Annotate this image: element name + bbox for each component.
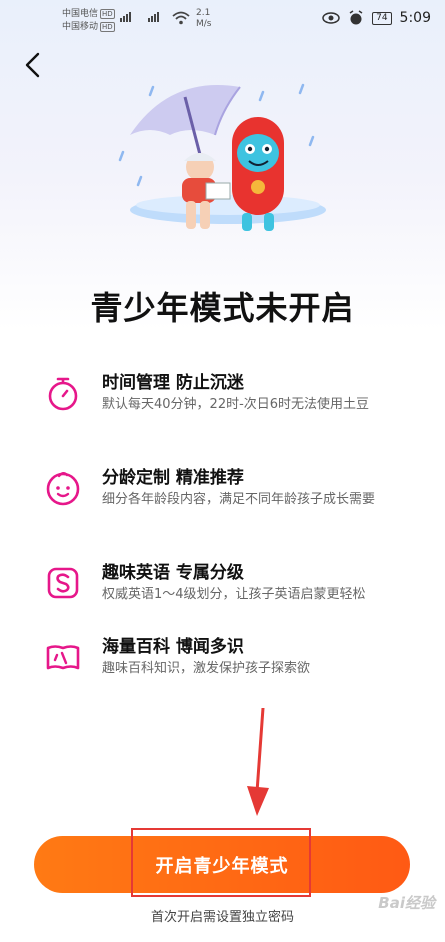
feature-description: 趣味百科知识，激发保护孩子探索欲 xyxy=(102,661,311,676)
hero-illustration xyxy=(118,83,326,231)
speed-unit: M/s xyxy=(196,19,212,29)
chevron-left-icon xyxy=(25,52,40,78)
back-button[interactable] xyxy=(18,50,48,80)
alarm-icon xyxy=(349,10,363,25)
s-letter-icon xyxy=(47,567,79,599)
eye-icon xyxy=(322,12,340,24)
network-speed: 2.1 M/s xyxy=(196,8,212,30)
clock: 5:09 xyxy=(399,10,431,26)
carrier-1: 中国电信 xyxy=(62,9,99,19)
hd-badge: HD xyxy=(100,9,115,19)
feature-title: 海量百科 博闻多识 xyxy=(102,637,244,657)
speed-value: 2.1 xyxy=(196,8,211,18)
watermark: Bai经验 xyxy=(378,894,435,912)
carrier-info: 中国电信 HD 中国移动 HD xyxy=(62,8,115,34)
feature-description: 权威英语1～4级划分，让孩子英语启蒙更轻松 xyxy=(102,587,366,602)
feature-title: 时间管理 防止沉迷 xyxy=(102,373,244,393)
annotation-arrow-icon xyxy=(247,708,269,816)
page-title: 青少年模式未开启 xyxy=(90,289,355,327)
status-right: 74 5:09 xyxy=(322,10,431,26)
feature-title: 分龄定制 精准推荐 xyxy=(102,468,244,488)
signal-icon xyxy=(148,12,159,22)
signal-icon xyxy=(120,12,131,22)
carrier-2: 中国移动 xyxy=(62,22,99,32)
annotation-highlight-box xyxy=(131,828,311,897)
wifi-icon xyxy=(172,11,190,25)
feature-description: 默认每天40分钟，22时-次日6时无法使用土豆 xyxy=(102,397,370,412)
hd-badge: HD xyxy=(100,22,115,32)
stopwatch-icon xyxy=(48,377,78,411)
open-book-icon xyxy=(46,645,80,670)
status-bar: 中国电信 HD 中国移动 HD 2.1 M/s 74 5:09 xyxy=(0,0,445,44)
baby-face-icon xyxy=(46,472,80,506)
feature-description: 细分各年龄段内容，满足不同年龄孩子成长需要 xyxy=(102,492,376,507)
feature-title: 趣味英语 专属分级 xyxy=(102,563,244,583)
battery-icon: 74 xyxy=(372,11,392,25)
